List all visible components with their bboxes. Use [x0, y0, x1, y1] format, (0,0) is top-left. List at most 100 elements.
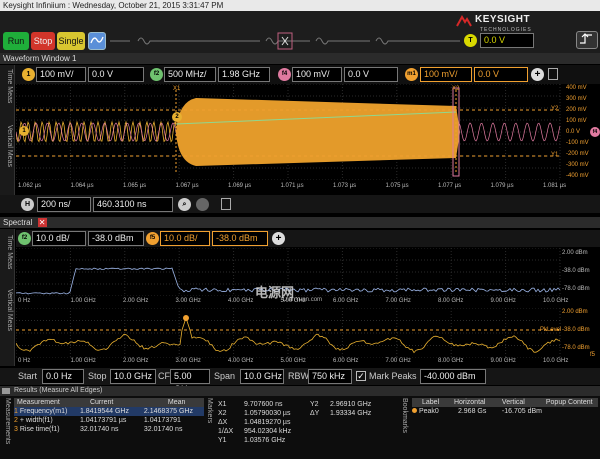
spectral-vertical-meas-tab[interactable]: Vertical Meas: [6, 289, 13, 331]
trace-f4-badge[interactable]: f4: [590, 127, 600, 137]
spectrum-lower-plot[interactable]: [16, 308, 600, 358]
waveform-sidebar: Time Meas Vertical Meas: [0, 65, 15, 213]
close-icon[interactable]: ✕: [38, 218, 47, 227]
table-row[interactable]: 2 + width(f1) 1.04173791 µs 1.04173791: [14, 416, 204, 425]
col-popup: Popup Content: [546, 398, 598, 407]
row-mean: 32.01740 ns: [144, 425, 204, 434]
f2-scale-field[interactable]: 500 MHz/: [164, 67, 216, 82]
row-mean: 1.04173791: [144, 416, 204, 425]
trigger-edge-icon[interactable]: [576, 31, 598, 49]
start-field[interactable]: 0.0 Hz: [42, 369, 84, 384]
axis-tick-label: 0 Hz: [18, 298, 30, 304]
row-icon: 2: [14, 417, 18, 424]
spectral-f2-scale-field[interactable]: 10.0 dB/: [32, 231, 86, 246]
brand-name: KEYSIGHT: [475, 14, 530, 25]
f4-offset-field[interactable]: 0.0 V: [344, 67, 398, 82]
col-horizontal: Horizontal: [454, 398, 494, 407]
rbw-field[interactable]: 750 kHz: [308, 369, 352, 384]
waveform-plot[interactable]: [16, 84, 600, 180]
waveform-window-title: Waveform Window 1: [0, 53, 600, 64]
measurements-table: Measurement Current Mean 1 Frequency(m1)…: [14, 398, 204, 434]
peak-horizontal: 2.968 Gs: [454, 407, 494, 416]
spectral-sidebar: Time Meas Vertical Meas: [0, 229, 15, 366]
spectral-f5-scale-field[interactable]: 10.0 dB/: [160, 231, 210, 246]
spectral-add-icon[interactable]: +: [272, 232, 285, 245]
f2-offset-field[interactable]: 1.98 GHz: [218, 67, 270, 82]
m1-offset-field[interactable]: 0.0 V: [474, 67, 528, 82]
horizontal-bookmark-icon[interactable]: [221, 198, 231, 210]
ch1-badge[interactable]: 1: [22, 68, 35, 81]
overview-waveform: [110, 32, 460, 50]
results-collapse-icon[interactable]: [2, 388, 10, 394]
axis-tick-label: 0.0 V: [566, 129, 580, 135]
watermark-sub: DianYuan.com: [283, 297, 322, 303]
table-row[interactable]: 3 Rise time(f1) 32.01740 ns 32.01740 ns: [14, 425, 204, 434]
start-label: Start: [18, 371, 37, 381]
axis-tick-label: 200 mV: [566, 107, 587, 113]
spectral-window-title: Spectral ✕: [0, 217, 600, 228]
spectral-f2-ref-field[interactable]: -38.0 dBm: [88, 231, 144, 246]
cf-field[interactable]: 5.00 GHz: [170, 369, 210, 384]
single-button[interactable]: Single: [57, 32, 85, 50]
horizontal-position-field[interactable]: 460.3100 ns: [93, 197, 173, 212]
spectrum-upper-plot[interactable]: [16, 248, 600, 296]
spectral-f5-ref-field[interactable]: -38.0 dBm: [212, 231, 268, 246]
m1-badge[interactable]: m1: [405, 68, 418, 81]
bookmarks-tab[interactable]: Bookmarks: [401, 398, 408, 433]
auto-scale-icon[interactable]: [88, 32, 106, 50]
axis-tick-label: 1.00 GHz: [71, 358, 96, 364]
axis-tick-label: 5.00 GHz: [281, 358, 306, 364]
spectral-time-meas-tab[interactable]: Time Meas: [6, 235, 13, 269]
marker-key: ΔX: [218, 418, 244, 427]
spectral-f5-badge[interactable]: f5: [146, 232, 159, 245]
zoom-icon[interactable]: ⌕: [178, 198, 191, 211]
peak-label: Peak0: [419, 408, 439, 415]
results-subtitle: (Measure All Edges): [39, 387, 102, 394]
m1-scale-field[interactable]: 100 mV/: [420, 67, 472, 82]
peak-vertical: -16.705 dBm: [496, 407, 544, 416]
mark-peaks-checkbox[interactable]: ✓: [356, 371, 366, 381]
horizontal-knob-icon[interactable]: [196, 198, 209, 211]
span-field[interactable]: 10.0 GHz: [240, 369, 284, 384]
run-button[interactable]: Run: [3, 32, 29, 50]
marker-key: Y1: [218, 436, 244, 445]
peak-dot-icon: [412, 408, 417, 413]
ch1-scale-field[interactable]: 100 mV/: [36, 67, 86, 82]
trace1-badge[interactable]: 1: [19, 126, 29, 136]
f4-scale-field[interactable]: 100 mV/: [292, 67, 342, 82]
axis-tick-label: 1.079 µs: [491, 183, 514, 189]
spectral-f2-badge[interactable]: f2: [18, 232, 31, 245]
table-row[interactable]: Peak0 2.968 Gs -16.705 dBm: [412, 407, 598, 416]
bookmark-icon[interactable]: [548, 68, 558, 80]
time-meas-tab[interactable]: Time Meas: [6, 69, 13, 103]
horizontal-badge[interactable]: H: [21, 198, 34, 211]
axis-tick-label: -38.0 dBm: [562, 327, 590, 333]
axis-tick-label: -38.0 dBm: [562, 268, 590, 274]
axis-tick-label: 300 mV: [566, 96, 587, 102]
marker-value: 2.96910 GHz: [330, 400, 390, 409]
rbw-label: RBW: [288, 371, 309, 381]
markers-tab[interactable]: Markers: [206, 398, 213, 423]
ch1-offset-field[interactable]: 0.0 V: [88, 67, 144, 82]
trace2-badge[interactable]: 2: [172, 112, 182, 122]
peak-threshold-field[interactable]: -40.000 dBm: [420, 369, 486, 384]
stop-label: Stop: [88, 371, 107, 381]
trigger-level-field[interactable]: 0.0 V: [480, 33, 534, 48]
stop-button[interactable]: Stop: [31, 32, 55, 50]
trigger-badge: T: [464, 34, 477, 47]
axis-tick-label: 1.081 µs: [543, 183, 566, 189]
stop-field[interactable]: 10.0 GHz: [110, 369, 156, 384]
horizontal-scale-field[interactable]: 200 ns/: [37, 197, 91, 212]
axis-tick-label: 6.00 GHz: [333, 298, 358, 304]
main-toolbar: Run Stop Single KEYSIGHT TECHNOLOGIES T …: [0, 11, 600, 53]
f2-badge[interactable]: f2: [150, 68, 163, 81]
f5-trace-label: f5: [590, 352, 595, 358]
span-controls: Start 0.0 Hz Stop 10.0 GHz CF 5.00 GHz S…: [0, 368, 600, 385]
add-function-icon[interactable]: +: [531, 68, 544, 81]
axis-tick-label: 1.065 µs: [123, 183, 146, 189]
f4-badge[interactable]: f4: [278, 68, 291, 81]
vertical-meas-tab[interactable]: Vertical Meas: [6, 125, 13, 167]
measurements-tab[interactable]: Measurements: [4, 398, 11, 444]
table-row[interactable]: 1 Frequency(m1) 1.8419544 GHz 2.1468375 …: [14, 407, 204, 416]
axis-tick-label: 6.00 GHz: [333, 358, 358, 364]
